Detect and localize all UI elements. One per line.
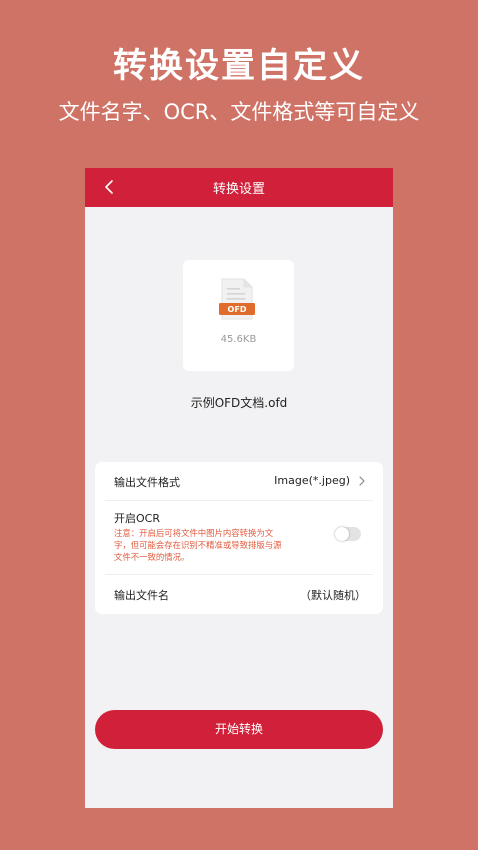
ocr-note-line: 文件不一致的情况。 bbox=[114, 552, 190, 562]
ocr-note-line: 字，但可能会存在识别不精准或导致排版与源 bbox=[114, 540, 282, 550]
settings-card: 输出文件格式 Image(*.jpeg) 开启OCR 注意：开启后可将文件中图片… bbox=[95, 462, 383, 614]
file-size: 45.6KB bbox=[220, 334, 257, 345]
file-name: 示例OFD文档.ofd bbox=[190, 396, 288, 410]
file-card: OFD 45.6KB bbox=[183, 260, 294, 371]
top-bar: 转换设置 bbox=[85, 168, 393, 207]
promo-subtitle: 文件名字、OCR、文件格式等可自定义 bbox=[58, 100, 420, 124]
ocr-note: 注意：开启后可将文件中图片内容转换为文 字，但可能会存在识别不精准或导致排版与源… bbox=[114, 527, 332, 563]
start-convert-button[interactable]: 开始转换 bbox=[95, 710, 383, 749]
chevron-right-icon bbox=[359, 476, 365, 486]
page-title: 转换设置 bbox=[212, 182, 265, 197]
output-format-label: 输出文件格式 bbox=[114, 476, 180, 489]
toggle-knob bbox=[335, 527, 349, 541]
file-type-label: OFD bbox=[228, 305, 247, 314]
output-name-label: 输出文件名 bbox=[114, 589, 169, 602]
ofd-file-icon: OFD bbox=[219, 278, 255, 320]
output-name-row[interactable]: 输出文件名 （默认随机） bbox=[95, 575, 383, 614]
output-format-row[interactable]: 输出文件格式 Image(*.jpeg) bbox=[95, 462, 383, 500]
output-name-value: （默认随机） bbox=[300, 589, 366, 602]
ocr-toggle[interactable] bbox=[335, 527, 361, 541]
phone-screen: 转换设置 OFD 45.6KB 示例OFD文档.ofd 输出文件格式 Image… bbox=[85, 168, 393, 808]
promo-title: 转换设置自定义 bbox=[113, 46, 365, 86]
output-format-value: Image(*.jpeg) bbox=[274, 474, 350, 487]
divider bbox=[105, 500, 373, 501]
ocr-note-line: 注意：开启后可将文件中图片内容转换为文 bbox=[114, 528, 274, 538]
ocr-label: 开启OCR bbox=[114, 512, 160, 525]
